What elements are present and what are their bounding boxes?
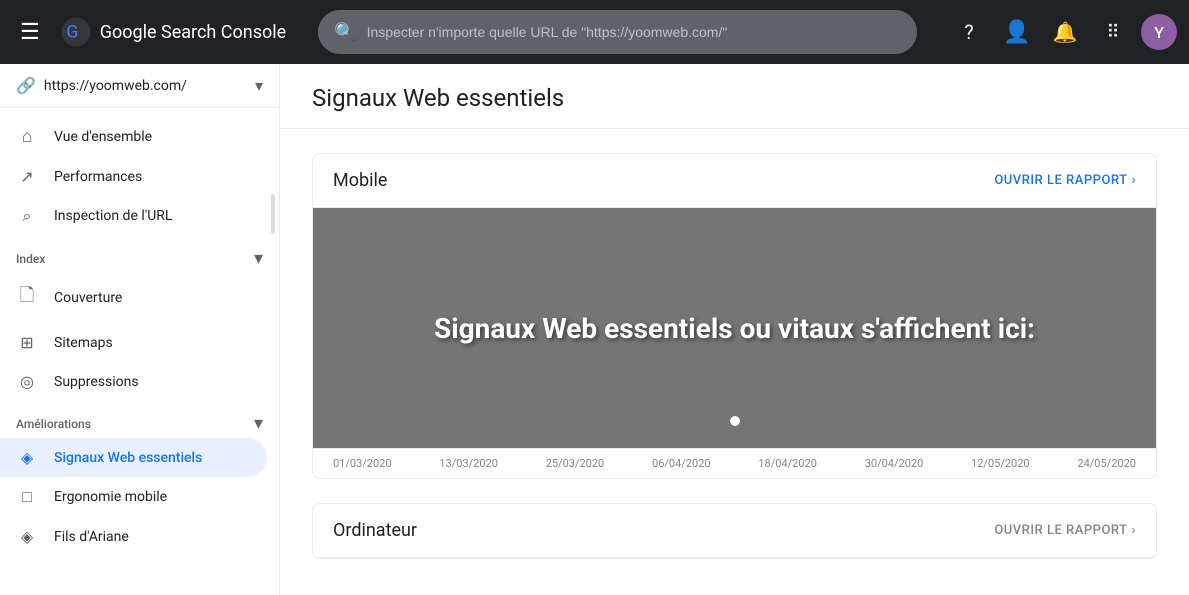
sidebar: 🔗 https://yoomweb.com/ ▾ ⌂ Vue d'ensembl… xyxy=(0,64,280,595)
chart-dates: 01/03/2020 13/03/2020 25/03/2020 06/04/2… xyxy=(313,448,1156,478)
sidebar-scrollbar xyxy=(271,184,275,595)
chart-date-7: 12/05/2020 xyxy=(971,457,1030,470)
sitemap-icon: ⊞ xyxy=(16,333,38,352)
ameliorations-section-label: Améliorations xyxy=(16,417,91,431)
notifications-button[interactable]: 🔔 xyxy=(1045,12,1085,52)
ordinateur-open-report-button: OUVRIR LE RAPPORT › xyxy=(994,523,1136,538)
content-area: Signaux Web essentiels Mobile OUVRIR LE … xyxy=(280,64,1189,595)
index-section-header: Index ▾ xyxy=(0,236,279,273)
sidebar-scrollbar-thumb xyxy=(271,194,275,234)
search-bar[interactable]: 🔍 xyxy=(318,10,917,54)
ordinateur-section-title: Ordinateur xyxy=(333,520,417,541)
sidebar-item-couverture[interactable]: 🗋 Couverture xyxy=(0,273,267,323)
topbar-actions: ? 👤 🔔 ⠿ Y xyxy=(949,12,1177,52)
topbar: ☰ G Google Search Console 🔍 ? 👤 🔔 ⠿ Y xyxy=(0,0,1189,64)
sidebar-url-bar[interactable]: 🔗 https://yoomweb.com/ ▾ xyxy=(0,64,279,108)
sidebar-item-label: Inspection de l'URL xyxy=(54,208,172,224)
apps-icon: ⠿ xyxy=(1106,22,1119,43)
index-chevron-icon[interactable]: ▾ xyxy=(254,248,263,269)
sidebar-item-label: Couverture xyxy=(54,290,122,306)
mobile-icon: □ xyxy=(16,487,38,507)
search-icon: 🔍 xyxy=(334,22,356,43)
home-icon: ⌂ xyxy=(16,126,38,147)
svg-text:G: G xyxy=(66,23,78,43)
sidebar-item-sitemaps[interactable]: ⊞ Sitemaps xyxy=(0,323,267,362)
chart-dot xyxy=(728,414,742,428)
sidebar-item-overview[interactable]: ⌂ Vue d'ensemble xyxy=(0,116,267,157)
sidebar-item-label: Ergonomie mobile xyxy=(54,489,167,505)
sidebar-item-ergonomie[interactable]: □ Ergonomie mobile xyxy=(0,477,267,517)
help-button[interactable]: ? xyxy=(949,12,989,52)
chevron-right-icon: › xyxy=(1132,173,1136,188)
sidebar-url-text: https://yoomweb.com/ xyxy=(44,78,247,94)
chart-date-6: 30/04/2020 xyxy=(865,457,924,470)
app-title: Google Search Console xyxy=(100,22,286,43)
account-icon: 👤 xyxy=(1003,20,1030,45)
mobile-section-title: Mobile xyxy=(333,170,387,191)
search-input[interactable] xyxy=(367,24,901,40)
sidebar-item-label: Sitemaps xyxy=(54,335,113,351)
ameliorations-section-header: Améliorations ▾ xyxy=(0,401,279,438)
chart-date-3: 25/03/2020 xyxy=(546,457,605,470)
sidebar-item-label: Suppressions xyxy=(54,374,139,390)
vitals-icon: ◈ xyxy=(16,448,38,467)
sidebar-item-label: Fils d'Ariane xyxy=(54,529,129,545)
chart-date-2: 13/03/2020 xyxy=(439,457,498,470)
avatar[interactable]: Y xyxy=(1141,14,1177,50)
apps-button[interactable]: ⠿ xyxy=(1093,12,1133,52)
ameliorations-chevron-icon[interactable]: ▾ xyxy=(254,413,263,434)
url-icon: 🔗 xyxy=(16,76,36,95)
ordinateur-section-card: Ordinateur OUVRIR LE RAPPORT › xyxy=(312,503,1157,559)
chart-date-1: 01/03/2020 xyxy=(333,457,392,470)
page-title: Signaux Web essentiels xyxy=(280,64,1189,129)
sidebar-item-label: Signaux Web essentiels xyxy=(54,450,202,466)
gsc-logo-icon: G xyxy=(60,16,92,48)
sidebar-item-suppressions[interactable]: ◎ Suppressions xyxy=(0,362,267,401)
chart-date-5: 18/04/2020 xyxy=(758,457,817,470)
sidebar-item-signaux-web[interactable]: ◈ Signaux Web essentiels xyxy=(0,438,267,477)
sidebar-item-fils-ariane[interactable]: ◈ Fils d'Ariane xyxy=(0,517,267,556)
sidebar-item-label: Performances xyxy=(54,169,142,185)
main-layout: 🔗 https://yoomweb.com/ ▾ ⌂ Vue d'ensembl… xyxy=(0,64,1189,595)
sidebar-item-performances[interactable]: ↗ Performances xyxy=(0,157,267,196)
mobile-card-header: Mobile OUVRIR LE RAPPORT › xyxy=(313,154,1156,208)
bell-icon: 🔔 xyxy=(1053,20,1078,44)
index-section-label: Index xyxy=(16,252,45,266)
account-button[interactable]: 👤 xyxy=(997,12,1037,52)
app-logo: G Google Search Console xyxy=(60,16,286,48)
mobile-chart-area: Signaux Web essentiels ou vitaux s'affic… xyxy=(313,208,1156,448)
chevron-down-icon: ▾ xyxy=(255,76,263,95)
help-icon: ? xyxy=(964,20,973,44)
remove-icon: ◎ xyxy=(16,372,38,391)
breadcrumb-icon: ◈ xyxy=(16,527,38,546)
menu-icon[interactable]: ☰ xyxy=(12,12,48,53)
mobile-open-report-button[interactable]: OUVRIR LE RAPPORT › xyxy=(994,173,1136,188)
chevron-right-icon: › xyxy=(1132,523,1136,538)
ordinateur-card-header: Ordinateur OUVRIR LE RAPPORT › xyxy=(313,504,1156,558)
chart-date-8: 24/05/2020 xyxy=(1077,457,1136,470)
chart-date-4: 06/04/2020 xyxy=(652,457,711,470)
file-icon: 🗋 xyxy=(16,283,38,313)
trend-icon: ↗ xyxy=(16,167,38,186)
mobile-section-card: Mobile OUVRIR LE RAPPORT › Signaux Web e… xyxy=(312,153,1157,479)
chart-watermark-text: Signaux Web essentiels ou vitaux s'affic… xyxy=(414,292,1055,365)
search-icon: ⌕ xyxy=(16,206,38,226)
content-body: Mobile OUVRIR LE RAPPORT › Signaux Web e… xyxy=(280,129,1189,595)
sidebar-nav: ⌂ Vue d'ensemble ↗ Performances ⌕ Inspec… xyxy=(0,108,279,595)
sidebar-item-label: Vue d'ensemble xyxy=(54,129,152,145)
sidebar-item-url-inspection[interactable]: ⌕ Inspection de l'URL xyxy=(0,196,267,236)
